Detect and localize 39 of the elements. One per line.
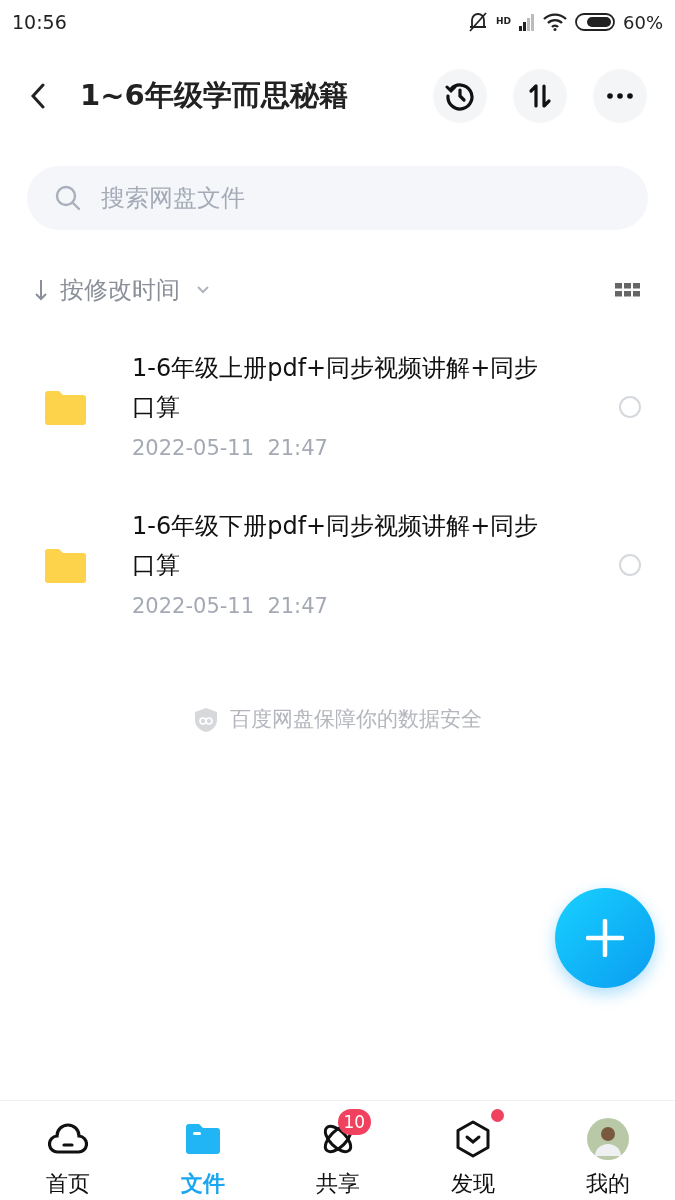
nav-tab[interactable]: 我的 xyxy=(540,1101,675,1200)
folder-icon xyxy=(45,389,86,425)
nav-tab[interactable]: 发现 xyxy=(405,1101,540,1200)
file-date: 2022-05-11 21:47 xyxy=(132,593,329,621)
network-label: HD xyxy=(495,16,511,26)
search-icon xyxy=(55,185,81,211)
history-icon xyxy=(445,81,475,111)
folder-icon xyxy=(45,547,86,583)
down-arrow-icon xyxy=(34,279,48,301)
nav-tab[interactable]: 首页 xyxy=(0,1101,135,1200)
file-row[interactable]: 1-6年级下册pdf+同步视频讲解+同步口算 2022-05-11 21:47 xyxy=(0,486,675,644)
battery-icon xyxy=(575,13,615,31)
shield-icon xyxy=(193,706,218,733)
file-row[interactable]: 1-6年级上册pdf+同步视频讲解+同步口算 2022-05-11 21:47 xyxy=(0,328,675,486)
plus-icon xyxy=(586,919,624,957)
security-note: 百度网盘保障你的数据安全 xyxy=(229,706,482,733)
chevron-down-icon xyxy=(196,285,210,295)
file-name: 1-6年级上册pdf+同步视频讲解+同步口算 xyxy=(132,353,540,424)
folder-title: 1~6年级学而思秘籍 xyxy=(80,77,349,115)
add-button[interactable] xyxy=(555,888,655,988)
bell-off-icon xyxy=(467,11,488,33)
search-field[interactable]: 搜索网盘文件 xyxy=(27,166,648,230)
wifi-icon xyxy=(543,13,567,31)
cloud-icon xyxy=(47,1122,88,1156)
signal-icon xyxy=(519,13,535,31)
status-time: 10:56 xyxy=(12,9,67,35)
nav-tab[interactable]: 10 共享 xyxy=(270,1101,405,1200)
avatar-icon xyxy=(586,1118,629,1160)
notification-badge: 10 xyxy=(337,1109,372,1135)
file-date: 2022-05-11 21:47 xyxy=(132,435,329,463)
grid-icon xyxy=(615,283,641,297)
more-icon xyxy=(607,93,633,99)
select-checkbox[interactable] xyxy=(619,396,641,418)
battery-level: 60% xyxy=(623,10,663,35)
hexagon-clock-icon xyxy=(454,1120,491,1158)
grid-view-button[interactable] xyxy=(615,283,641,297)
select-checkbox[interactable] xyxy=(619,554,641,576)
file-name: 1-6年级下册pdf+同步视频讲解+同步口算 xyxy=(132,511,540,582)
folder-icon xyxy=(183,1122,222,1156)
